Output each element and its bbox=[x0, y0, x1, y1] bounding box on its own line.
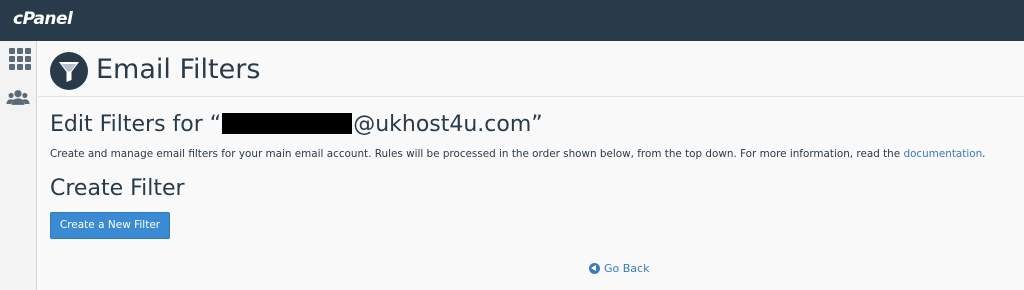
grid-icon[interactable] bbox=[8, 48, 32, 72]
page-title: Email Filters bbox=[96, 54, 261, 85]
description-body: Create and manage email filters for your… bbox=[50, 148, 904, 160]
page-header: Email Filters bbox=[38, 41, 1024, 97]
edit-heading-suffix: @ukhost4u.com” bbox=[353, 112, 543, 137]
edit-filters-heading: Edit Filters for “ @ukhost4u.com” bbox=[50, 112, 543, 137]
users-icon[interactable] bbox=[6, 86, 30, 110]
documentation-link[interactable]: documentation bbox=[903, 148, 982, 160]
edit-heading-prefix: Edit Filters for “ bbox=[50, 112, 222, 137]
arrow-left-circle-icon bbox=[589, 263, 600, 274]
cpanel-logo[interactable]: cPanel bbox=[13, 9, 73, 29]
funnel-icon bbox=[50, 52, 88, 90]
top-bar: cPanel bbox=[0, 0, 1024, 41]
create-new-filter-button[interactable]: Create a New Filter bbox=[50, 212, 170, 239]
redacted-username bbox=[222, 113, 353, 134]
go-back-link[interactable]: Go Back bbox=[589, 262, 649, 275]
create-filter-heading: Create Filter bbox=[50, 176, 185, 201]
description-end: . bbox=[982, 148, 986, 160]
sidebar bbox=[0, 41, 37, 290]
go-back-label: Go Back bbox=[604, 262, 650, 275]
description-text: Create and manage email filters for your… bbox=[50, 148, 985, 160]
